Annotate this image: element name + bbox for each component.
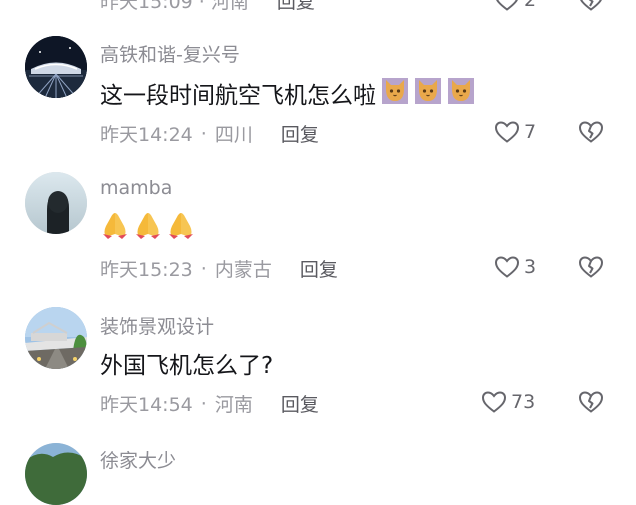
cat-emoji-icon	[413, 75, 443, 111]
heart-icon	[481, 391, 507, 413]
comment-date: 昨天15:23	[100, 259, 193, 281]
comment-meta: 昨天14:24 · 四川 回复	[100, 120, 319, 147]
meta-separator: ·	[200, 392, 207, 415]
cat-emoji-icon	[446, 75, 476, 111]
comment-text-body: 这一段时间航空飞机怎么啦	[100, 83, 376, 109]
like-count: 2	[524, 0, 537, 11]
comment-date: 昨天14:24	[100, 124, 193, 146]
reply-button[interactable]: 回复	[281, 390, 319, 417]
dislike-button[interactable]	[577, 390, 605, 414]
avatar[interactable]	[25, 307, 87, 369]
comment-text-body: 外国飞机怎么了?	[100, 353, 274, 379]
comment-meta-text: 昨天15:09 · 河南	[100, 0, 249, 13]
comment-meta: 昨天15:23 · 内蒙古 回复	[100, 255, 338, 282]
heart-icon	[494, 256, 520, 278]
comment-text: 外国飞机怎么了?	[100, 346, 273, 380]
praying-hands-emoji-icon	[166, 210, 196, 246]
dislike-button[interactable]	[577, 0, 605, 12]
dislike-button[interactable]	[577, 255, 605, 279]
reply-button[interactable]: 回复	[300, 255, 338, 282]
comment-username[interactable]: 装饰景观设计	[100, 312, 214, 339]
comment-date: 昨天14:54	[100, 394, 193, 416]
comment-location: 四川	[214, 124, 253, 146]
heart-icon	[496, 0, 518, 11]
broken-heart-icon	[578, 121, 604, 143]
comment-location: 内蒙古	[214, 259, 272, 281]
reply-button[interactable]: 回复	[281, 120, 319, 147]
dislike-button[interactable]	[577, 120, 605, 144]
comment-username[interactable]: mamba	[100, 177, 172, 199]
like-button[interactable]: 7	[494, 120, 536, 144]
comment-username[interactable]: 高铁和谐-复兴号	[100, 40, 240, 67]
cat-emoji-icon	[380, 75, 410, 111]
like-count: 7	[524, 121, 537, 143]
comment-meta: 昨天14:54 · 河南 回复	[100, 390, 319, 417]
like-button[interactable]: 73	[481, 390, 535, 414]
broken-heart-icon	[580, 0, 602, 11]
praying-hands-emoji-icon	[100, 210, 130, 246]
comment-text	[100, 210, 196, 246]
avatar[interactable]	[25, 172, 87, 234]
meta-separator: ·	[200, 122, 207, 145]
comment-location: 河南	[214, 394, 253, 416]
broken-heart-icon	[578, 391, 604, 413]
reply-button[interactable]: 回复	[277, 0, 315, 14]
praying-hands-emoji-icon	[133, 210, 163, 246]
like-button[interactable]: 2	[494, 0, 536, 12]
avatar[interactable]	[25, 443, 87, 505]
avatar[interactable]	[25, 36, 87, 98]
broken-heart-icon	[578, 256, 604, 278]
heart-icon	[494, 121, 520, 143]
comment-username[interactable]: 徐家大少	[100, 446, 176, 473]
comment-meta: 昨天15:09 · 河南 回复	[100, 0, 315, 14]
like-button[interactable]: 3	[494, 255, 536, 279]
meta-separator: ·	[200, 257, 207, 280]
like-count: 3	[524, 256, 537, 278]
like-count: 73	[511, 391, 536, 413]
comment-text: 这一段时间航空飞机怎么啦	[100, 75, 476, 111]
